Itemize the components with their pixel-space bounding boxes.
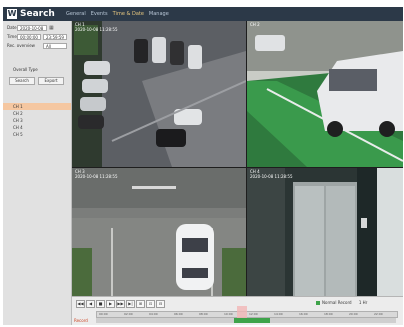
record-legend: Normal Record 1 Hr bbox=[316, 300, 367, 306]
date-field[interactable]: 2020-10-08 bbox=[17, 25, 47, 31]
record-track[interactable] bbox=[96, 318, 396, 323]
time-tick-label: 08:00 bbox=[199, 312, 208, 316]
time-end-field[interactable]: 23:59:59 bbox=[43, 34, 67, 40]
camera-view-1[interactable]: CH 1 2020-10-08 11:28:55 bbox=[72, 21, 246, 167]
tree-item-ch5[interactable]: CH 5 bbox=[3, 131, 71, 138]
time-start-field[interactable]: 00:00:00 bbox=[17, 34, 41, 40]
step-forward-button[interactable]: ▶| bbox=[126, 300, 135, 308]
export-button[interactable]: Export bbox=[38, 77, 64, 85]
time-tick-label: 14:00 bbox=[274, 312, 283, 316]
time-label: Time bbox=[7, 34, 17, 39]
time-tick-label: 12:00 bbox=[249, 312, 258, 316]
search-sidebar: Date 2020-10-08 ▦ Time 00:00:00 23:59:59… bbox=[3, 21, 72, 325]
app-logo: W bbox=[7, 9, 17, 19]
video-grid: CH 1 2020-10-08 11:28:55 CH 2 CH 3 2020-… bbox=[72, 21, 403, 296]
layout-quad-button[interactable]: ⊞ bbox=[136, 300, 145, 308]
rec-overview-select[interactable]: All bbox=[43, 43, 67, 49]
time-ruler[interactable]: 00:00 02:00 04:00 06:00 08:00 10:00 12:00 14:00… bbox=[96, 311, 398, 318]
menu-manage[interactable]: Manage bbox=[149, 10, 169, 18]
camera-3-timestamp: 2020-10-08 11:28:55 bbox=[75, 174, 118, 179]
channel-tree: CH 1 CH 2 CH 3 CH 4 CH 5 bbox=[3, 103, 71, 138]
search-button[interactable]: Search bbox=[9, 77, 35, 85]
rewind-button[interactable]: ◀ bbox=[86, 300, 95, 308]
camera-view-3[interactable]: CH 3 2020-10-08 11:28:55 bbox=[72, 168, 246, 296]
playback-timeline: ◀◀ ◀ ■ ▶ ▶▶ ▶| ⊞ ⊡ ⊟ Normal Record 1 Hr … bbox=[72, 296, 403, 325]
camera-1-image bbox=[72, 21, 246, 167]
app-title: Search bbox=[20, 9, 55, 19]
rec-overview-label: Rec. overview bbox=[7, 43, 35, 48]
zoom-range[interactable]: 1 Hr bbox=[359, 300, 367, 305]
tree-item-ch3[interactable]: CH 3 bbox=[3, 117, 71, 124]
calendar-icon[interactable]: ▦ bbox=[49, 25, 54, 31]
tree-item-ch2[interactable]: CH 2 bbox=[3, 110, 71, 117]
time-tick-label: 10:00 bbox=[224, 312, 233, 316]
time-tick-label: 22:00 bbox=[374, 312, 383, 316]
app-window: W Search General Events Time & Date Mana… bbox=[3, 7, 403, 325]
menu-time-date[interactable]: Time & Date bbox=[113, 10, 144, 18]
camera-4-image bbox=[247, 168, 403, 296]
forward-fast-button[interactable]: ▶▶ bbox=[116, 300, 125, 308]
layout-single-button[interactable]: ⊡ bbox=[146, 300, 155, 308]
camera-3-image bbox=[72, 168, 246, 296]
time-tick-label: 18:00 bbox=[324, 312, 333, 316]
record-track-label: Record bbox=[74, 318, 88, 323]
time-tick-label: 16:00 bbox=[299, 312, 308, 316]
menu-events[interactable]: Events bbox=[91, 10, 108, 18]
time-tick-label: 00:00 bbox=[99, 312, 108, 316]
playback-cursor[interactable] bbox=[237, 306, 247, 318]
layout-full-button[interactable]: ⊟ bbox=[156, 300, 165, 308]
menu-general[interactable]: General bbox=[66, 10, 86, 18]
rewind-fast-button[interactable]: ◀◀ bbox=[76, 300, 85, 308]
stop-button[interactable]: ■ bbox=[96, 300, 105, 308]
tree-item-ch1[interactable]: CH 1 bbox=[3, 103, 71, 110]
recorded-segment[interactable] bbox=[234, 318, 270, 323]
time-tick-label: 06:00 bbox=[174, 312, 183, 316]
time-tick-label: 02:00 bbox=[124, 312, 133, 316]
top-menu: General Events Time & Date Manage bbox=[66, 10, 169, 18]
normal-record-swatch bbox=[316, 301, 320, 305]
time-tick-label: 04:00 bbox=[149, 312, 158, 316]
camera-4-timestamp: 2020-10-08 11:28:55 bbox=[250, 174, 293, 179]
normal-record-label: Normal Record bbox=[322, 300, 352, 305]
app-header: W Search General Events Time & Date Mana… bbox=[3, 7, 403, 21]
camera-1-timestamp: 2020-10-08 11:28:55 bbox=[75, 27, 118, 32]
camera-view-2[interactable]: CH 2 bbox=[247, 21, 403, 167]
camera-view-4[interactable]: CH 4 2020-10-08 11:28:55 bbox=[247, 168, 403, 296]
tree-item-ch4[interactable]: CH 4 bbox=[3, 124, 71, 131]
play-button[interactable]: ▶ bbox=[106, 300, 115, 308]
time-tick-label: 20:00 bbox=[349, 312, 358, 316]
section-label: Overall Type bbox=[13, 67, 38, 72]
date-label: Date bbox=[7, 25, 17, 30]
camera-2-image bbox=[247, 21, 403, 167]
camera-2-name: CH 2 bbox=[250, 22, 260, 27]
